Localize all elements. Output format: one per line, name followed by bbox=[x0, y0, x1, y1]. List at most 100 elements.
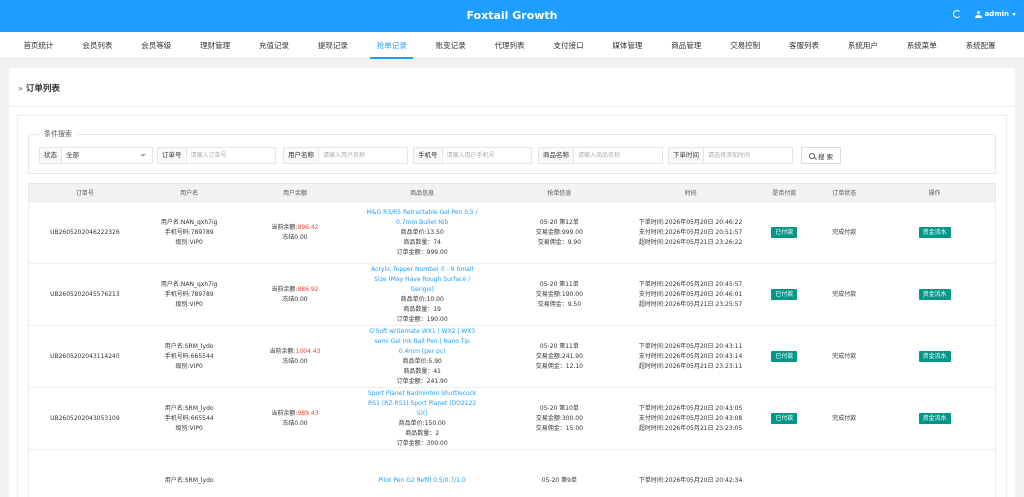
user-name-line: 用户名:NAN_qxh7ig bbox=[160, 218, 218, 226]
column-header: 时间 bbox=[684, 190, 697, 197]
status-select-value: 全部 bbox=[66, 151, 79, 159]
user-name-line: 用户名:SRM_lydo bbox=[164, 404, 214, 412]
paid-cell: 已付款 bbox=[754, 202, 814, 263]
phone-label: 手机号 bbox=[414, 148, 443, 163]
grab-commission: 交易佣金：9.90 bbox=[537, 238, 582, 246]
user-level-line: 级别:VIP0 bbox=[175, 238, 203, 246]
column-header: 用户名 bbox=[180, 190, 199, 197]
order-status: 完成付款 bbox=[832, 290, 857, 298]
column-header: 操作 bbox=[928, 190, 941, 197]
column-header: 订单状态 bbox=[832, 190, 857, 197]
top-actions: admin bbox=[952, 10, 1016, 18]
product-cell: Pilot Pen G2 Refill 0.5/0.7/1.0 bbox=[352, 450, 492, 497]
time-cell: 下单时间:2026年05月20日 20:45:57 支付时间:2026年05月2… bbox=[627, 264, 755, 325]
nav-item-support[interactable]: 客服列表 bbox=[775, 32, 834, 59]
user-name-line: 用户名:NAN_qxh7ig bbox=[160, 280, 218, 288]
product-name-link[interactable]: Sport Planet Badminton Shuttlecock RS1 (… bbox=[366, 389, 478, 419]
fund-flow-button[interactable]: 资金流水 bbox=[918, 227, 951, 238]
username-label: 用户名称 bbox=[284, 148, 319, 163]
nav-item-recharge[interactable]: 充值记录 bbox=[245, 32, 304, 59]
pay-time: 支付时间:2026年05月20日 20:43:14 bbox=[638, 352, 743, 360]
user-phone-line: 手机号码:789789 bbox=[164, 228, 214, 236]
product-name-link[interactable]: Pilot Pen G2 Refill 0.5/0.7/1.0 bbox=[379, 476, 466, 486]
time-cell: 下单时间:2026年05月20日 20:46:22 支付时间:2026年05月2… bbox=[627, 202, 755, 263]
time-cell: 下单时间:2026年05月20日 20:43:05 支付时间:2026年05月2… bbox=[627, 388, 755, 449]
nav-item-member-levels[interactable]: 会员等级 bbox=[127, 32, 186, 59]
refresh-icon[interactable] bbox=[952, 10, 961, 18]
user-name-line: 用户名:SRM_lydo bbox=[164, 476, 214, 484]
order-no: UB2605202045576213 bbox=[50, 290, 120, 298]
grab-cell: 05-20 第9单 bbox=[492, 450, 627, 497]
user-cell: 用户名:SRM_lydo bbox=[141, 450, 238, 497]
product-name-link[interactable]: M&G R3/R5 Retractable Gel Pen 0.5 / 0.7m… bbox=[366, 208, 478, 228]
user-icon bbox=[974, 10, 982, 18]
phone-input[interactable] bbox=[442, 148, 531, 163]
paid-cell: 已付款 bbox=[754, 264, 814, 325]
nav-item-system-users[interactable]: 系统用户 bbox=[833, 32, 892, 59]
status-select[interactable]: 全部 bbox=[62, 148, 152, 163]
main-nav: 首页统计 会员列表 会员等级 理财管理 充值记录 提现记录 抢单记录 账变记录 … bbox=[0, 32, 1024, 59]
product-cell: M&G R3/R5 Retractable Gel Pen 0.5 / 0.7m… bbox=[352, 202, 492, 263]
action-cell bbox=[874, 450, 995, 497]
paid-badge: 已付款 bbox=[771, 413, 798, 424]
order-input[interactable] bbox=[186, 148, 275, 163]
balance-cell bbox=[238, 450, 353, 497]
table-row: UB2605202043053109 用户名:SRM_lydo 手机号码:665… bbox=[28, 388, 996, 450]
quantity: 商品数量：74 bbox=[403, 238, 441, 246]
user-phone-line: 手机号码:789789 bbox=[164, 290, 214, 298]
nav-item-trade-control[interactable]: 交易控制 bbox=[716, 32, 775, 59]
nav-item-agents[interactable]: 代理列表 bbox=[480, 32, 539, 59]
grab-cell: 05-20 第12单 交易金额:999.00 交易佣金：9.90 bbox=[492, 202, 627, 263]
action-cell: 资金流水 bbox=[874, 326, 995, 387]
product-name-link[interactable]: G'Soft writemate WX1 | WX2 | WX3 semi Ge… bbox=[366, 327, 478, 357]
search-button[interactable]: 搜 索 bbox=[801, 147, 841, 164]
nav-item-account-changes[interactable]: 账变记录 bbox=[421, 32, 480, 59]
product-input[interactable] bbox=[574, 148, 662, 163]
nav-item-withdraw[interactable]: 提现记录 bbox=[303, 32, 362, 59]
action-cell: 资金流水 bbox=[874, 388, 995, 449]
order-no-cell: UB2605202046222326 bbox=[29, 202, 141, 263]
top-bar: Foxtail Growth admin bbox=[0, 0, 1024, 32]
quantity: 商品数量：19 bbox=[403, 305, 441, 313]
order-filter: 订单号 bbox=[157, 147, 276, 164]
grab-cell: 05-20 第10单 交易金额:300.00 交易佣金：15.00 bbox=[492, 388, 627, 449]
time-label: 下单时间 bbox=[669, 148, 704, 163]
status-cell: 完成付款 bbox=[814, 326, 874, 387]
nav-item-dashboard[interactable]: 首页统计 bbox=[9, 32, 68, 59]
username-input[interactable] bbox=[319, 148, 407, 163]
search-legend: 条件搜索 bbox=[39, 129, 77, 139]
chevron-down-icon bbox=[140, 154, 146, 157]
order-no-cell bbox=[29, 450, 141, 497]
nav-item-grab-orders[interactable]: 抢单记录 bbox=[362, 32, 421, 59]
nav-item-media[interactable]: 媒体管理 bbox=[598, 32, 657, 59]
user-cell: 用户名:NAN_qxh7ig 手机号码:789789 级别:VIP0 bbox=[141, 264, 238, 325]
user-menu[interactable]: admin bbox=[974, 10, 1016, 18]
order-no-cell: UB2605202043053109 bbox=[29, 388, 141, 449]
grab-cell: 05-20 第11单 交易金额:190.00 交易佣金：9.50 bbox=[492, 264, 627, 325]
time-cell: 下单时间:2026年05月20日 20:43:11 支付时间:2026年05月2… bbox=[627, 326, 755, 387]
timeout-time: 超时时间:2026年05月21日 23:23:05 bbox=[638, 424, 743, 432]
nav-item-system-config[interactable]: 系统配置 bbox=[951, 32, 1010, 59]
time-input[interactable] bbox=[704, 148, 792, 163]
content-panel: » 订单列表 条件搜索 状态 全部 订单号 用户名称 手机号 bbox=[9, 68, 1015, 497]
grab-amount: 交易金额:300.00 bbox=[535, 414, 583, 422]
paid-badge: 已付款 bbox=[771, 289, 798, 300]
status-cell bbox=[814, 450, 874, 497]
nav-item-system-menu[interactable]: 系统菜单 bbox=[892, 32, 951, 59]
nav-item-finance[interactable]: 理财管理 bbox=[186, 32, 245, 59]
product-name-link[interactable]: Acrylic Topper Number 0 - 9 Small Size (… bbox=[366, 265, 478, 295]
fund-flow-button[interactable]: 资金流水 bbox=[918, 413, 951, 424]
nav-item-payment[interactable]: 支付接口 bbox=[539, 32, 598, 59]
fund-flow-button[interactable]: 资金流水 bbox=[918, 289, 951, 300]
fund-flow-button[interactable]: 资金流水 bbox=[918, 351, 951, 362]
balance-cell: 当前余额:1004.43 冻结0.00 bbox=[238, 326, 353, 387]
search-icon bbox=[808, 152, 815, 159]
nav-item-products[interactable]: 商品管理 bbox=[657, 32, 716, 59]
order-status: 完成付款 bbox=[832, 352, 857, 360]
order-status: 完成付款 bbox=[832, 228, 857, 236]
nav-item-members[interactable]: 会员列表 bbox=[68, 32, 127, 59]
column-header: 订单号 bbox=[75, 190, 94, 197]
balance-line: 当前余额:886.92 bbox=[271, 285, 318, 295]
search-fieldset: 条件搜索 状态 全部 订单号 用户名称 手机号 商品 bbox=[28, 129, 996, 174]
paid-cell: 已付款 bbox=[754, 326, 814, 387]
